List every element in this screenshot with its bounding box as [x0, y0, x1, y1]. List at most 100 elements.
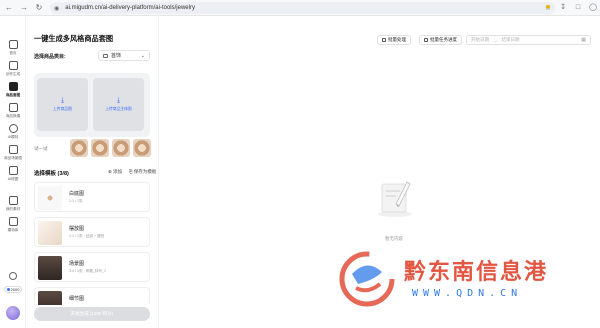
empty-state-icon — [378, 181, 412, 217]
swap-icon — [8, 103, 18, 112]
template-card[interactable]: 场景图 3:4 / 1张 · 佩戴_特写_2 — [34, 252, 150, 282]
date-range-picker[interactable]: 开始日期 → 结束日期 ▦ — [466, 35, 591, 45]
calendar-icon: ▦ — [581, 37, 586, 43]
nav-item-label: 商品套图 — [5, 92, 21, 97]
tool-panel: 一键生成多风格商品套图 选择商品类目: 首饰 ⌄ ⤓ 上传商品图 ⤓ 上传商品主… — [26, 16, 158, 328]
start-date-input[interactable]: 开始日期 — [471, 37, 489, 43]
url-text: ai.migudm.cn/ai-delivery-platform/ai-too… — [65, 5, 195, 11]
add-template-label: 添加 — [113, 169, 123, 174]
upload-icon: ⤓ — [116, 97, 121, 104]
back-icon[interactable]: ← — [3, 2, 15, 14]
nav-item-label: 我的素材 — [5, 206, 21, 211]
library-icon — [8, 217, 18, 226]
nav-item-label: 创作生成 — [5, 71, 21, 76]
template-name: 场景图 — [69, 261, 85, 267]
scene-icon — [8, 145, 18, 154]
range-arrow-icon: → — [493, 37, 498, 43]
extension-folder-icon[interactable]: ■ — [543, 2, 553, 12]
nav-item-home[interactable]: 首页 — [0, 40, 26, 56]
nav-item-model-library[interactable]: 模特库 — [0, 217, 26, 233]
upload-detail-image-button[interactable]: ⤓ 上传商品主体图 — [93, 78, 144, 131]
template-name: 细节图 — [69, 296, 85, 302]
end-date-input[interactable]: 结束日期 — [502, 37, 520, 43]
try-label: 试一试 — [34, 146, 48, 151]
retouch-icon — [8, 166, 18, 175]
chevron-down-icon: ⌄ — [140, 52, 145, 59]
category-select[interactable]: 首饰 ⌄ — [98, 50, 150, 61]
extensions-icon[interactable]: □ — [573, 2, 583, 12]
save-template-label: 保存为模板 — [133, 169, 157, 174]
batch-process-label: 批量处理 — [388, 37, 406, 42]
templates-header: 选择模板 (3/8) — [34, 171, 69, 177]
settings-icon[interactable] — [9, 272, 17, 280]
avatar[interactable] — [6, 306, 20, 320]
nav-item-label: 商品场景图 — [4, 155, 22, 160]
upload-area: ⤓ 上传商品图 ⤓ 上传商品主体图 — [34, 73, 150, 137]
template-card[interactable]: 摆放图 1:1 / 1张 · 丝绒 + 摆拍 — [34, 217, 150, 247]
nav-item-label: AI模特 — [7, 134, 19, 139]
template-spec: 1:1 / 1张 — [69, 199, 83, 203]
task-icon — [424, 38, 428, 42]
nav-item-ai-model[interactable]: AI模特 — [0, 124, 26, 140]
address-bar[interactable]: ◉ ai.migudm.cn/ai-delivery-platform/ai-t… — [50, 2, 555, 14]
person-icon — [8, 124, 18, 133]
sample-thumbnail[interactable] — [133, 139, 151, 157]
watermark-title: 黔东南信息港 — [404, 259, 549, 285]
coin-icon — [6, 288, 10, 291]
sample-thumbnail[interactable] — [91, 139, 109, 157]
browser-toolbar: ← → ↻ ⌂ ◉ ai.migudm.cn/ai-delivery-platf… — [0, 0, 600, 16]
batch-icon — [382, 38, 386, 42]
batch-tasks-label: 批量任务进度 — [430, 37, 457, 42]
upload-icon: ⤓ — [60, 97, 65, 104]
template-name: 摆放图 — [69, 226, 85, 232]
nav-item-scene[interactable]: 商品场景图 — [0, 145, 26, 161]
template-spec: 1:1 / 1张 · 丝绒 + 摆拍 — [69, 234, 105, 238]
nav-item-retouch[interactable]: AI修图 — [0, 166, 26, 182]
template-card[interactable]: 白底图 1:1 / 1张 — [34, 182, 150, 212]
save-template-button[interactable]: ⎘ 保存为模板 — [129, 169, 156, 175]
nav-item-create[interactable]: 创作生成 — [0, 61, 26, 77]
watermark-logo — [339, 251, 395, 307]
image-set-icon — [8, 82, 18, 91]
empty-state-text: 暂无内容 — [385, 236, 403, 241]
template-thumbnail — [38, 221, 62, 245]
template-thumbnail — [38, 186, 62, 210]
nav-item-assets[interactable]: 我的素材 — [0, 196, 26, 212]
template-spec: 3:4 / 1张 · 佩戴_特写_2 — [69, 269, 107, 273]
upload-main-image-button[interactable]: ⤓ 上传商品图 — [37, 78, 88, 131]
watermark: 黔东南信息港 WWW.QDN.CN — [338, 248, 600, 314]
watermark-url: WWW.QDN.CN — [412, 288, 523, 299]
template-thumbnail — [38, 291, 62, 305]
jewelry-icon — [103, 53, 108, 58]
download-icon[interactable]: ↧ — [558, 2, 568, 12]
home-icon — [8, 40, 18, 49]
site-info-icon[interactable]: ◉ — [54, 5, 59, 12]
credit-balance-badge[interactable]: 2000 — [4, 286, 22, 293]
nav-item-model-swap[interactable]: 商品换模 — [0, 103, 26, 119]
reload-icon[interactable]: ↻ — [33, 2, 45, 14]
category-label: 选择商品类目: — [34, 54, 66, 60]
template-card[interactable]: 细节图 — [34, 287, 150, 305]
add-template-button[interactable]: ⊕ 添加 — [108, 169, 122, 175]
nav-item-label: 首页 — [9, 50, 17, 55]
forward-icon[interactable]: → — [18, 2, 30, 14]
batch-tasks-button[interactable]: 批量任务进度 — [419, 35, 462, 45]
sample-thumbnail[interactable] — [70, 139, 88, 157]
nav-item-label: 商品换模 — [5, 113, 21, 118]
batch-process-button[interactable]: 批量处理 — [377, 35, 411, 45]
sample-thumbnail[interactable] — [112, 139, 130, 157]
template-name: 白底图 — [69, 191, 85, 197]
nav-item-product-set[interactable]: 商品套图 — [0, 82, 26, 98]
grid-icon — [8, 196, 18, 205]
upload-main-label: 上传商品图 — [53, 107, 72, 111]
edit-icon — [8, 61, 18, 70]
left-nav-rail: 首页 创作生成 商品套图 商品换模 AI模特 商品场景图 AI修图 我的素材 模… — [0, 16, 26, 328]
nav-item-label: 模特库 — [7, 227, 19, 232]
profile-icon[interactable]: ◯ — [588, 2, 598, 12]
generate-button[interactable]: 开始生成 (1200 积分) — [34, 307, 150, 321]
page-title: 一键生成多风格商品套图 — [34, 34, 114, 43]
template-thumbnail — [38, 256, 62, 280]
upload-detail-label: 上传商品主体图 — [105, 107, 132, 111]
nav-item-label: AI修图 — [7, 176, 19, 181]
credit-count: 2000 — [10, 287, 20, 292]
